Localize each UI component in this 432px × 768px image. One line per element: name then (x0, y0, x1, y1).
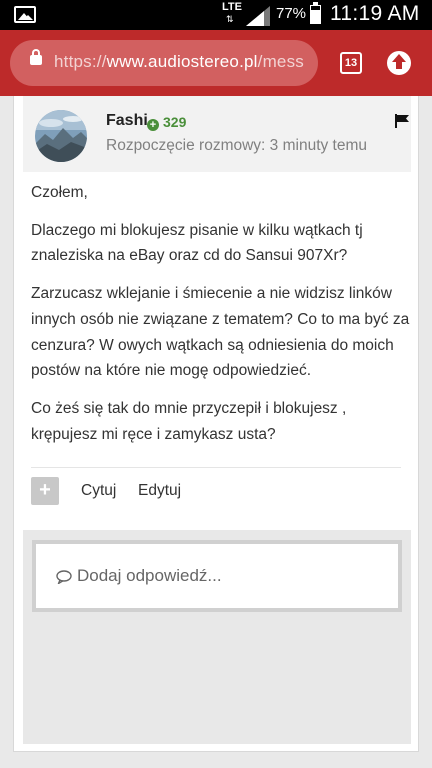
quote-button[interactable]: Cytuj (81, 482, 116, 500)
add-reaction-button[interactable]: + (31, 477, 59, 505)
reputation-badge: +329 (147, 114, 186, 131)
reply-area: Dodaj odpowiedź... (23, 530, 411, 744)
browser-toolbar: https://www.audiostereo.pl/mess 13 (0, 30, 432, 96)
battery-percent: 77% (276, 5, 307, 22)
url-path: /mess (257, 52, 304, 71)
network-type: LTE (222, 1, 242, 13)
image-notification-icon (14, 6, 36, 23)
flag-icon[interactable] (395, 114, 409, 128)
reply-input[interactable]: Dodaj odpowiedź... (32, 540, 402, 612)
divider (31, 467, 401, 468)
comment-icon (56, 570, 72, 584)
message-paragraph: Dlaczego mi blokujesz pisanie w kilku wą… (31, 221, 363, 265)
edit-button[interactable]: Edytuj (138, 482, 181, 500)
url-host: www.audiostereo.pl (106, 52, 258, 71)
avatar-image (35, 110, 87, 162)
url-scheme: https:// (54, 52, 107, 71)
message-header: Fashi +329 Rozpoczęcie rozmowy: 3 minuty… (23, 96, 411, 172)
lock-icon (30, 49, 42, 65)
signal-strength-icon (246, 6, 270, 26)
address-bar[interactable]: https://www.audiostereo.pl/mess (10, 40, 318, 86)
tab-switcher-button[interactable]: 13 (340, 52, 362, 74)
message-card: Fashi +329 Rozpoczęcie rozmowy: 3 minuty… (13, 96, 419, 752)
message-paragraph: Czołem, (31, 184, 88, 201)
battery-icon (310, 2, 321, 24)
author-name[interactable]: Fashi (106, 112, 148, 130)
upload-icon[interactable] (387, 51, 411, 75)
message-body: Czołem, Dlaczego mi blokujesz pisanie w … (31, 180, 411, 459)
conversation-started: Rozpoczęcie rozmowy: 3 minuty temu (106, 137, 368, 154)
plus-circle-icon: + (147, 119, 159, 131)
message-paragraph: Zarzucasz wklejanie i śmiecenie a nie wi… (31, 285, 410, 380)
reply-placeholder: Dodaj odpowiedź... (77, 566, 222, 585)
reputation-value: 329 (163, 114, 187, 130)
url-text: https://www.audiostereo.pl/mess (54, 52, 304, 72)
status-bar: LTE ⇅ 77% 11:19 AM (0, 0, 432, 30)
data-activity-icon: ⇅ (226, 14, 234, 24)
avatar[interactable] (35, 110, 87, 162)
clock: 11:19 AM (330, 2, 420, 25)
message-paragraph: Co żeś się tak do mnie przyczepił i blok… (31, 399, 347, 443)
